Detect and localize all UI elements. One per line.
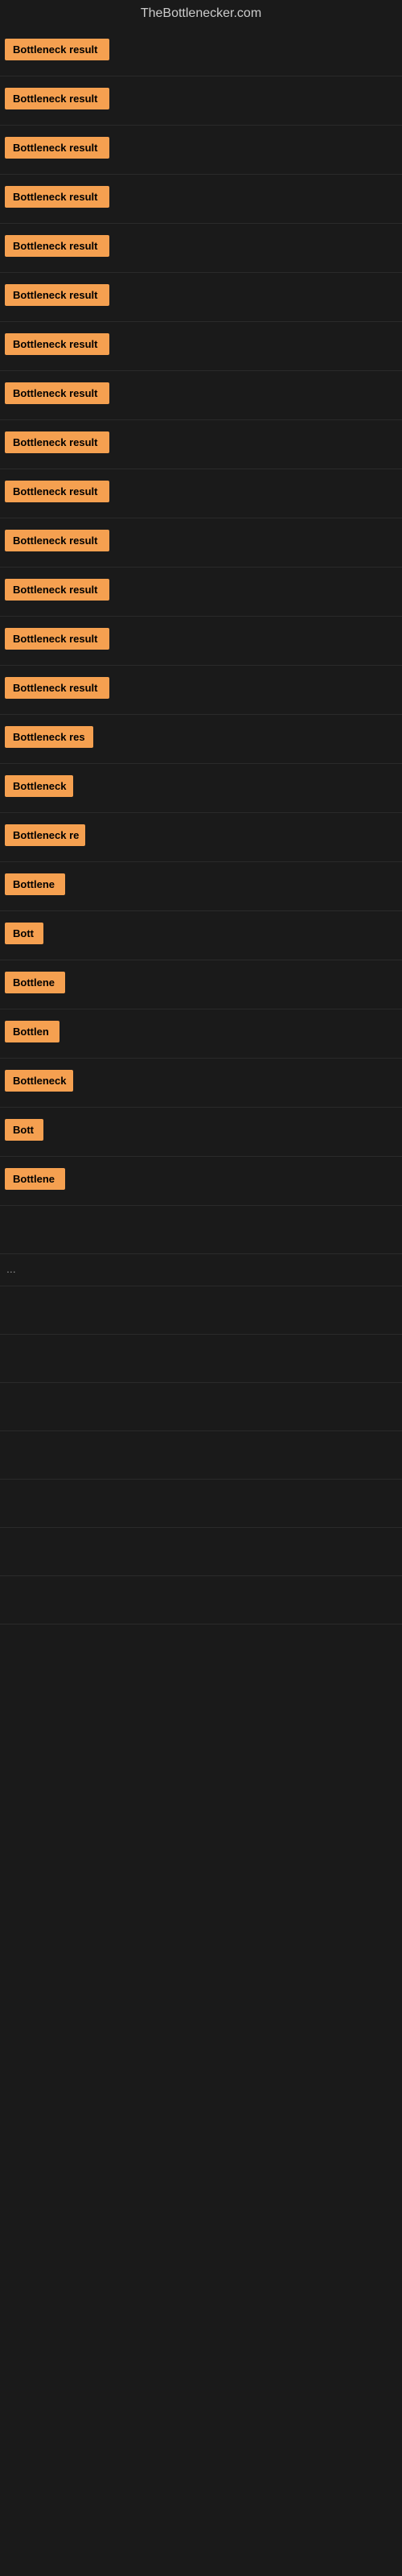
bottleneck-badge[interactable]: Bottleneck (5, 1070, 73, 1092)
bottleneck-row: Bottleneck result (0, 322, 402, 371)
bottleneck-row: Bottlene (0, 1157, 402, 1206)
bottleneck-row: Bottleneck (0, 764, 402, 813)
bottleneck-badge[interactable]: Bottleneck (5, 775, 73, 797)
spacer-row-9 (0, 1576, 402, 1624)
bottleneck-badge[interactable]: Bottleneck res (5, 726, 93, 748)
spacer-row-6 (0, 1431, 402, 1480)
bottleneck-badge[interactable]: Bottleneck result (5, 284, 109, 306)
bottleneck-badge[interactable]: Bottleneck re (5, 824, 85, 846)
bottleneck-badge[interactable]: Bottleneck result (5, 137, 109, 159)
page-wrapper: TheBottlenecker.com Bottleneck result Bot… (0, 0, 402, 1624)
bottleneck-row: Bottleneck result (0, 175, 402, 224)
bottleneck-row: Bottleneck result (0, 126, 402, 175)
bottleneck-row: Bottleneck result (0, 518, 402, 568)
site-title: TheBottlenecker.com (0, 0, 402, 27)
bottleneck-badge[interactable]: Bottleneck result (5, 88, 109, 109)
bottleneck-row: Bott (0, 911, 402, 960)
bottleneck-badge[interactable]: Bottlene (5, 972, 65, 993)
spacer-row (0, 1206, 402, 1254)
bottleneck-row: Bottleneck result (0, 420, 402, 469)
bottleneck-row: Bottleneck result (0, 666, 402, 715)
bottleneck-badge[interactable]: Bottlene (5, 873, 65, 895)
bottleneck-badge[interactable]: Bottleneck result (5, 530, 109, 551)
bottleneck-row: Bottlene (0, 960, 402, 1009)
spacer-row-8 (0, 1528, 402, 1576)
bottleneck-badge[interactable]: Bottlene (5, 1168, 65, 1190)
bottleneck-row: Bottleneck res (0, 715, 402, 764)
bottleneck-badge[interactable]: Bottleneck result (5, 186, 109, 208)
bottleneck-row: Bottlen (0, 1009, 402, 1059)
bottleneck-badge[interactable]: Bottleneck result (5, 431, 109, 453)
bottleneck-row: Bottleneck (0, 1059, 402, 1108)
bottleneck-row: Bottleneck result (0, 568, 402, 617)
bottleneck-row: Bottleneck result (0, 273, 402, 322)
bottleneck-row: Bottlene (0, 862, 402, 911)
bottleneck-row: Bott (0, 1108, 402, 1157)
bottleneck-badge[interactable]: Bottleneck result (5, 628, 109, 650)
ellipsis: ... (3, 1256, 19, 1282)
bottleneck-badge[interactable]: Bottleneck result (5, 677, 109, 699)
bottleneck-row: Bottleneck result (0, 27, 402, 76)
spacer-row-4 (0, 1335, 402, 1383)
bottleneck-badge[interactable]: Bottleneck result (5, 481, 109, 502)
bottleneck-row: Bottleneck result (0, 224, 402, 273)
bottleneck-row: Bottleneck result (0, 469, 402, 518)
bottleneck-badge[interactable]: Bottleneck result (5, 333, 109, 355)
bottleneck-badge[interactable]: Bottleneck result (5, 39, 109, 60)
bottleneck-badge[interactable]: Bottleneck result (5, 579, 109, 601)
spacer-row-7 (0, 1480, 402, 1528)
bottleneck-badge[interactable]: Bottleneck result (5, 382, 109, 404)
bottleneck-badge[interactable]: Bott (5, 923, 43, 944)
bottleneck-row: Bottleneck result (0, 76, 402, 126)
bottleneck-badge[interactable]: Bottlen (5, 1021, 59, 1042)
spacer-row-3 (0, 1286, 402, 1335)
spacer-row-2: ... (0, 1254, 402, 1286)
bottleneck-row: Bottleneck result (0, 371, 402, 420)
bottleneck-badge[interactable]: Bottleneck result (5, 235, 109, 257)
bottleneck-row: Bottleneck result (0, 617, 402, 666)
bottleneck-row: Bottleneck re (0, 813, 402, 862)
spacer-row-5 (0, 1383, 402, 1431)
bottleneck-badge[interactable]: Bott (5, 1119, 43, 1141)
